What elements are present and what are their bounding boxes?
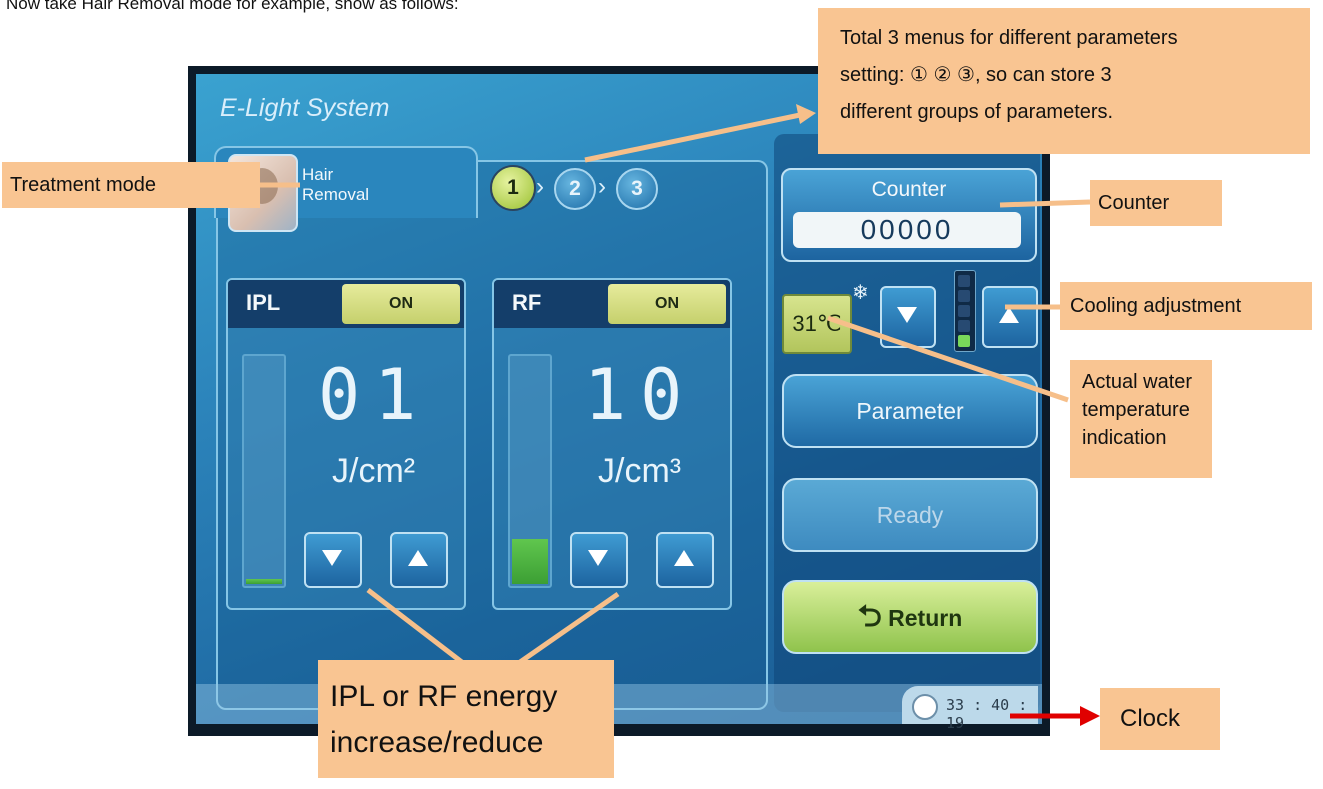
clock-callout: Clock [1100,688,1220,750]
clock-box: 33 : 40 : 19 [902,686,1038,732]
cooling-increase-button[interactable] [982,286,1038,348]
cooling-level-cell [958,335,970,347]
ipl-on-toggle[interactable]: ON [342,284,460,324]
cooling-decrease-button[interactable] [880,286,936,348]
clock-arrowhead [1080,706,1100,726]
rf-increase-button[interactable] [656,532,714,588]
arrow-up-icon [408,550,428,566]
ipl-energy-fill [246,579,282,584]
return-arrow-icon: ⮌ [857,600,882,633]
water-temp-callout: Actual water temperature indication [1070,360,1212,478]
ipl-header: IPL ON [228,280,464,328]
energy-callout: IPL or RF energy increase/reduce [318,660,614,778]
mode-label-line2: Removal [302,185,370,204]
ipl-energy-value: 01 [318,354,431,436]
snowflake-icon: ❄ [852,282,869,304]
ipl-energy-unit: J/cm² [332,452,416,490]
rf-decrease-button[interactable] [570,532,628,588]
chevron-right-icon: › [536,173,544,200]
arrow-down-icon [322,550,342,566]
rf-label: RF [512,290,542,315]
intro-text: Now take Hair Removal mode for example, … [6,0,459,13]
ipl-label: IPL [246,290,281,315]
cooling-level-indicator [954,270,976,352]
return-label: Return [888,605,963,631]
treatment-mode-callout: Treatment mode [2,162,260,208]
menu-step-2[interactable]: 2 [554,168,596,210]
energy-callout-line1: IPL or RF energy [330,680,558,713]
lcd-display: E-Light System Hair Removal 1 › 2 › 3 IP… [196,74,1042,732]
water-callout-line2: temperature [1082,399,1190,421]
menu-step-3[interactable]: 3 [616,168,658,210]
water-temperature: 31℃ [782,294,852,354]
cooling-level-cell [958,320,970,332]
arrow-up-icon [999,307,1019,323]
counter-callout: Counter [1090,180,1222,226]
arrow-up-icon [674,550,694,566]
mode-label-line1: Hair [302,165,334,184]
ready-button[interactable]: Ready [782,478,1038,552]
counter-label: Counter [871,178,947,201]
menus-callout: Total 3 menus for different parameters s… [818,8,1310,154]
energy-callout-line2: increase/reduce [330,726,544,759]
return-button[interactable]: ⮌ Return [782,580,1038,654]
menus-callout-line1: Total 3 menus for different parameters [840,27,1178,49]
ipl-panel: IPL ON 01 J/cm² [226,278,466,610]
rf-energy-value: 10 [584,354,697,436]
ipl-energy-bar [242,354,286,588]
clock-icon [912,694,938,720]
ipl-increase-button[interactable] [390,532,448,588]
rf-energy-bar [508,354,552,588]
menus-callout-line3: different groups of parameters. [840,101,1114,123]
cooling-level-cell [958,275,970,287]
rf-on-toggle[interactable]: ON [608,284,726,324]
rf-energy-fill [512,539,548,584]
arrow-down-icon [897,307,917,323]
clock-readout: 33 : 40 : 19 [946,696,1028,732]
counter-value: 00000 [793,212,1021,248]
cooling-level-cell [958,305,970,317]
cooling-level-cell [958,290,970,302]
system-title: E-Light System [220,94,390,122]
parameter-button[interactable]: Parameter [782,374,1038,448]
chevron-right-icon: › [598,173,606,200]
menu-step-1[interactable]: 1 [490,165,536,211]
device-screen: E-Light System Hair Removal 1 › 2 › 3 IP… [188,66,1050,736]
counter-box: Counter 00000 [781,168,1037,262]
water-callout-line1: Actual water [1082,371,1193,393]
rf-header: RF ON [494,280,730,328]
treatment-mode-label: Hair Removal [302,165,369,205]
rf-panel: RF ON 10 J/cm³ [492,278,732,610]
rf-energy-unit: J/cm³ [598,452,682,490]
cooling-callout: Cooling adjustment [1060,282,1312,330]
ipl-decrease-button[interactable] [304,532,362,588]
menus-callout-line2: setting: ① ② ③, so can store 3 [840,64,1112,86]
arrow-down-icon [588,550,608,566]
water-callout-line3: indication [1082,427,1167,449]
